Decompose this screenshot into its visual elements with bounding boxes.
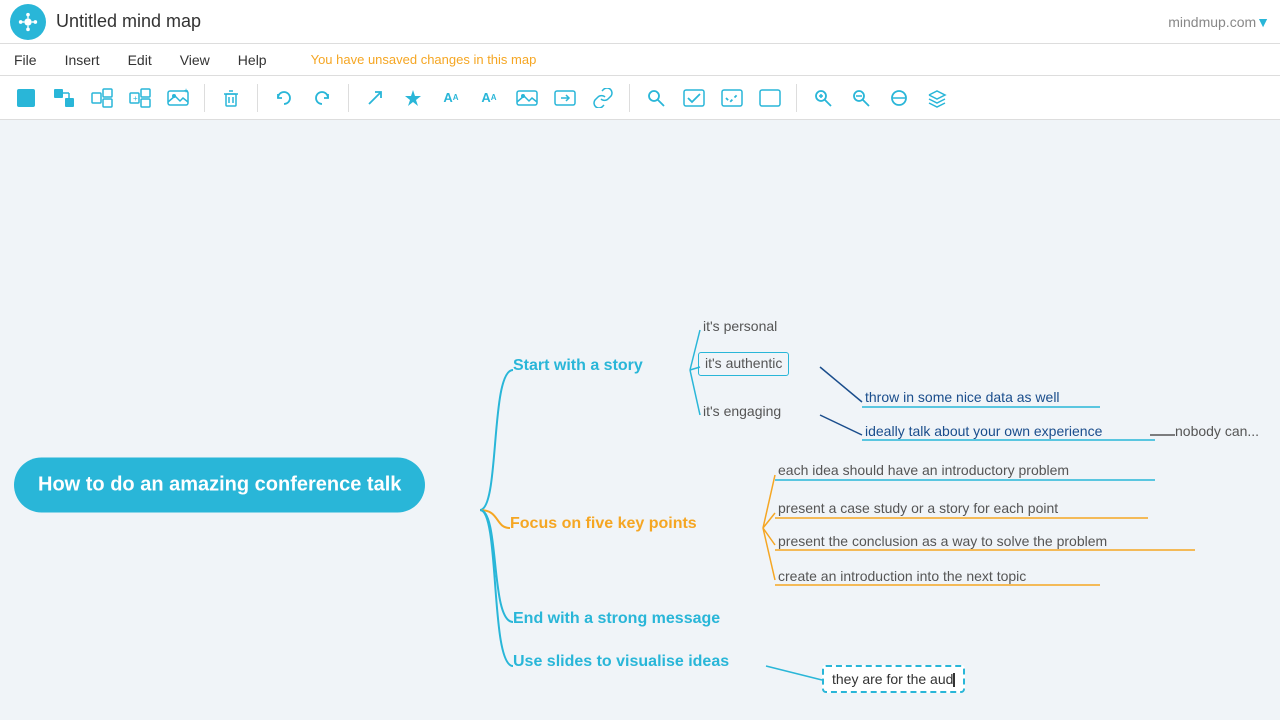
font-smaller-button[interactable]: AA bbox=[473, 82, 505, 114]
svg-text:+: + bbox=[133, 94, 138, 103]
branch-story[interactable]: Start with a story bbox=[513, 357, 643, 375]
search-button[interactable] bbox=[640, 82, 672, 114]
leaf-personal[interactable]: it's personal bbox=[703, 318, 777, 334]
zoom-reset-button[interactable] bbox=[883, 82, 915, 114]
add-child-button[interactable] bbox=[48, 82, 80, 114]
mindmup-brand: mindmup.com▼ bbox=[1168, 14, 1270, 30]
menubar: File Insert Edit View Help You have unsa… bbox=[0, 44, 1280, 76]
text-cursor bbox=[953, 673, 955, 687]
branch-slides[interactable]: Use slides to visualise ideas bbox=[513, 653, 729, 671]
redo-button[interactable] bbox=[306, 82, 338, 114]
app-title: Untitled mind map bbox=[56, 11, 1168, 32]
delete-button[interactable] bbox=[215, 82, 247, 114]
leaf-case-study[interactable]: present a case study or a story for each… bbox=[778, 500, 1058, 516]
zoom-out-button[interactable] bbox=[845, 82, 877, 114]
leaf-engaging[interactable]: it's engaging bbox=[703, 403, 781, 419]
leaf-next-topic[interactable]: create an introduction into the next top… bbox=[778, 568, 1026, 584]
image-button[interactable]: + bbox=[162, 82, 194, 114]
toolbar-sep-2 bbox=[257, 84, 258, 112]
layers-button[interactable] bbox=[921, 82, 953, 114]
font-larger-button[interactable]: AA bbox=[435, 82, 467, 114]
central-node[interactable]: How to do an amazing conference talk bbox=[14, 458, 425, 513]
add-node-button[interactable] bbox=[10, 82, 42, 114]
editing-node[interactable]: they are for the aud bbox=[822, 665, 965, 693]
app-logo bbox=[10, 4, 46, 40]
connector-lines bbox=[0, 120, 1280, 720]
check1-button[interactable] bbox=[678, 82, 710, 114]
toolbar-sep-5 bbox=[796, 84, 797, 112]
authentic-node[interactable]: it's authentic bbox=[698, 352, 789, 376]
insert-image-button[interactable] bbox=[511, 82, 543, 114]
check3-button[interactable] bbox=[754, 82, 786, 114]
leaf-nobody: nobody can... bbox=[1175, 423, 1259, 439]
menu-insert[interactable]: Insert bbox=[61, 50, 104, 70]
expand-button[interactable]: + bbox=[124, 82, 156, 114]
menu-edit[interactable]: Edit bbox=[124, 50, 156, 70]
leaf-conclusion[interactable]: present the conclusion as a way to solve… bbox=[778, 533, 1107, 549]
leaf-introductory[interactable]: each idea should have an introductory pr… bbox=[778, 462, 1069, 478]
style-button[interactable] bbox=[397, 82, 429, 114]
unsaved-message: You have unsaved changes in this map bbox=[311, 52, 537, 67]
export-button[interactable] bbox=[549, 82, 581, 114]
toolbar-sep-4 bbox=[629, 84, 630, 112]
undo-button[interactable] bbox=[268, 82, 300, 114]
check2-button[interactable] bbox=[716, 82, 748, 114]
zoom-in-button[interactable] bbox=[807, 82, 839, 114]
menu-help[interactable]: Help bbox=[234, 50, 271, 70]
menu-file[interactable]: File bbox=[10, 50, 41, 70]
branch-message[interactable]: End with a strong message bbox=[513, 610, 720, 628]
branch-keypoints[interactable]: Focus on five key points bbox=[510, 515, 697, 533]
menu-view[interactable]: View bbox=[176, 50, 214, 70]
leaf-experience[interactable]: ideally talk about your own experience bbox=[865, 423, 1102, 439]
topbar: Untitled mind map mindmup.com▼ bbox=[0, 0, 1280, 44]
leaf-data[interactable]: throw in some nice data as well bbox=[865, 389, 1060, 405]
leaf-authentic: it's authentic bbox=[705, 355, 782, 371]
collapse-button[interactable] bbox=[86, 82, 118, 114]
link-button[interactable] bbox=[587, 82, 619, 114]
arrow-button[interactable] bbox=[359, 82, 391, 114]
svg-text:+: + bbox=[184, 88, 188, 95]
toolbar: + + AA AA bbox=[0, 76, 1280, 120]
mindmap-canvas[interactable]: How to do an amazing conference talk Sta… bbox=[0, 120, 1280, 720]
toolbar-sep-1 bbox=[204, 84, 205, 112]
toolbar-sep-3 bbox=[348, 84, 349, 112]
